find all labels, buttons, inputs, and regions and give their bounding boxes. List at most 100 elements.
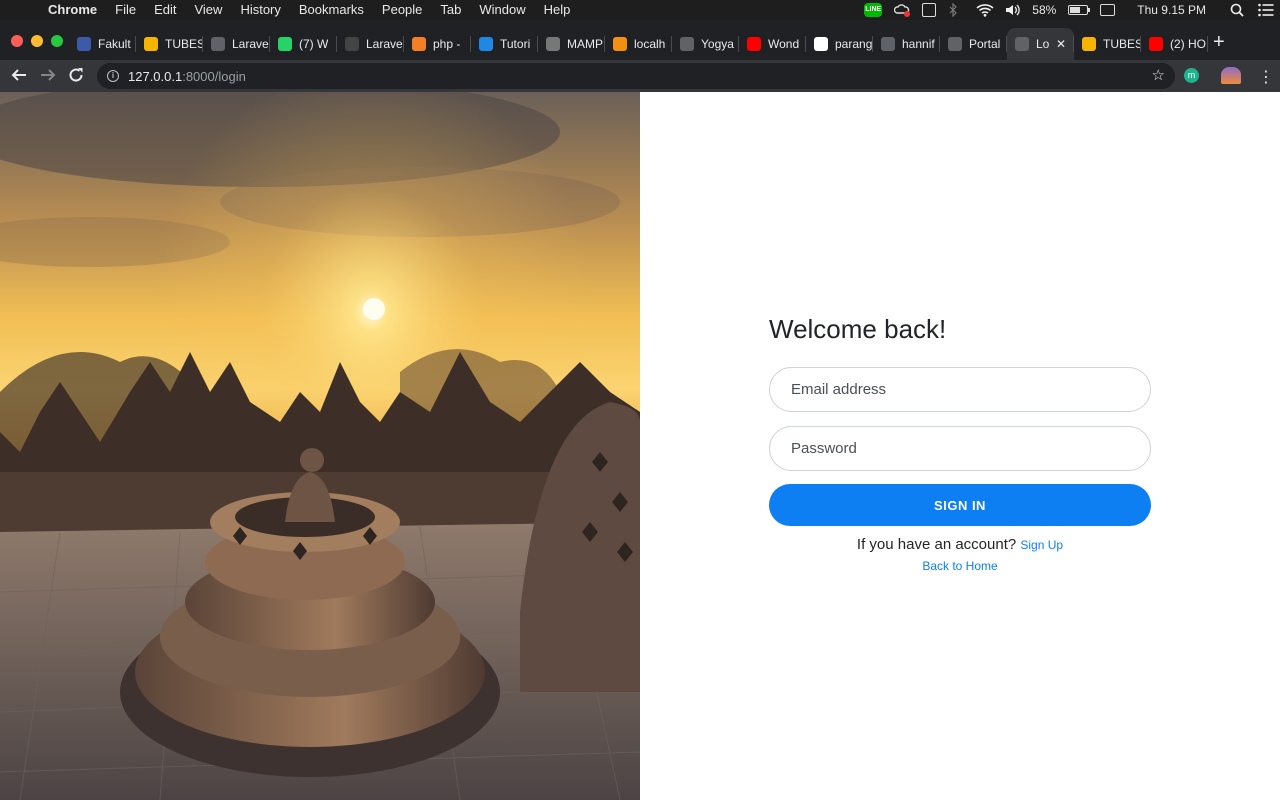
bookmark-star-icon[interactable]: ☆ xyxy=(1152,66,1165,84)
tab-title: MAMP xyxy=(567,37,603,51)
browser-tab[interactable]: Larave xyxy=(203,28,270,60)
close-window-button[interactable] xyxy=(11,35,23,47)
tab-title: Portal xyxy=(969,37,1001,51)
address-bar[interactable]: i 127.0.0.1:8000/login ☆ xyxy=(97,63,1175,89)
google-drive-icon xyxy=(1082,37,1096,51)
spotlight-search-icon[interactable] xyxy=(1230,3,1246,17)
sign-in-button[interactable]: SIGN IN xyxy=(769,484,1151,526)
tab-title: Fakult xyxy=(98,37,131,51)
browser-tab[interactable]: Lo ✕ xyxy=(1007,28,1074,60)
tab-title: (7) W xyxy=(299,37,329,51)
browser-tab[interactable]: Portal xyxy=(940,28,1007,60)
account-prompt-line: If you have an account? Sign Up xyxy=(769,536,1151,553)
new-tab-button[interactable]: + xyxy=(1213,32,1225,52)
browser-tab[interactable]: TUBES xyxy=(136,28,203,60)
loading-icon xyxy=(1015,37,1029,51)
bluetooth-icon[interactable] xyxy=(948,2,964,18)
tab-title: localh xyxy=(634,37,666,51)
reload-icon[interactable] xyxy=(68,67,84,88)
tab-title: Larave xyxy=(366,37,403,51)
tab-title: Larave xyxy=(232,37,269,51)
globe-icon xyxy=(211,37,225,51)
browser-tab[interactable]: hannif xyxy=(873,28,940,60)
tab-title: hannif xyxy=(902,37,935,51)
zoom-window-button[interactable] xyxy=(51,35,63,47)
tab-list: Fakult TUBES Larave (7) W Larave php - Tutori M… xyxy=(69,28,1208,60)
browser-tab[interactable]: (7) W xyxy=(270,28,337,60)
globe-icon xyxy=(881,37,895,51)
browser-tab[interactable]: localh xyxy=(605,28,672,60)
back-arrow-icon[interactable] xyxy=(11,67,27,88)
menu-app-name[interactable]: Chrome xyxy=(48,0,106,20)
close-tab-icon[interactable]: ✕ xyxy=(1056,37,1066,51)
browser-tab-strip: Fakult TUBES Larave (7) W Larave php - Tutori M… xyxy=(0,20,1280,60)
profile-avatar[interactable] xyxy=(1221,67,1241,84)
whatsapp-icon xyxy=(278,37,292,51)
menu-edit[interactable]: Edit xyxy=(145,0,185,20)
adobe-acrobat-icon[interactable] xyxy=(922,3,937,17)
tab-title: Yogya xyxy=(701,37,734,51)
menu-view[interactable]: View xyxy=(185,0,231,20)
forward-arrow-icon[interactable] xyxy=(40,67,56,88)
clock[interactable]: Thu 9.15 PM xyxy=(1137,3,1206,17)
tab-title: Wond xyxy=(768,37,800,51)
battery-fill xyxy=(1070,7,1080,13)
google-icon xyxy=(814,37,828,51)
tutorial-icon xyxy=(479,37,493,51)
line-app-icon[interactable]: LINE xyxy=(864,3,883,17)
notification-center-icon[interactable] xyxy=(1258,3,1274,17)
browser-toolbar: i 127.0.0.1:8000/login ☆ m ⋮ xyxy=(0,60,1280,92)
browser-tab[interactable]: parang xyxy=(806,28,873,60)
youtube-icon xyxy=(747,37,761,51)
battery-percent: 58% xyxy=(1032,3,1057,17)
browser-tab[interactable]: php - xyxy=(404,28,471,60)
calendar-icon[interactable] xyxy=(1100,4,1116,16)
tm-icon xyxy=(345,37,359,51)
browser-tab[interactable]: (2) HO xyxy=(1141,28,1208,60)
browser-tab[interactable]: Yogya xyxy=(672,28,739,60)
tab-title: Tutori xyxy=(500,37,531,51)
tab-title: TUBES xyxy=(165,37,203,51)
tab-title: (2) HO xyxy=(1170,37,1206,51)
chrome-menu-icon[interactable]: ⋮ xyxy=(1258,67,1274,87)
browser-tab[interactable]: Fakult xyxy=(69,28,136,60)
battery-icon[interactable] xyxy=(1068,5,1091,15)
menu-people[interactable]: People xyxy=(373,0,431,20)
back-to-home-link[interactable]: Back to Home xyxy=(769,559,1151,573)
menu-history[interactable]: History xyxy=(231,0,289,20)
tab-title: parang xyxy=(835,37,873,51)
borobudur-sunrise-image xyxy=(0,92,640,800)
wifi-icon[interactable] xyxy=(976,3,994,17)
menu-help[interactable]: Help xyxy=(535,0,580,20)
window-controls xyxy=(11,35,71,47)
macos-menu-bar: Chrome File Edit View History Bookmarks … xyxy=(0,0,1280,20)
status-tray: LINE 58% Thu 9.15 PM xyxy=(858,0,1280,20)
google-drive-icon xyxy=(144,37,158,51)
youtube-icon xyxy=(1149,37,1163,51)
stackoverflow-icon xyxy=(412,37,426,51)
browser-tab[interactable]: Wond xyxy=(739,28,806,60)
sign-up-link[interactable]: Sign Up xyxy=(1020,538,1063,552)
browser-tab[interactable]: MAMP xyxy=(538,28,605,60)
account-prompt-text: If you have an account? xyxy=(856,536,1017,553)
tab-title: Lo xyxy=(1036,37,1050,51)
menu-window[interactable]: Window xyxy=(470,0,534,20)
browser-tab[interactable]: TUBES xyxy=(1074,28,1141,60)
browser-tab[interactable]: Larave xyxy=(337,28,404,60)
extension-icon[interactable]: m xyxy=(1184,68,1199,83)
browser-tab[interactable]: Tutori xyxy=(471,28,538,60)
site-info-icon[interactable]: i xyxy=(107,70,119,82)
email-input[interactable] xyxy=(769,367,1151,412)
tab-title: TUBES xyxy=(1103,37,1141,51)
creative-cloud-icon[interactable] xyxy=(894,3,911,17)
menu-tab[interactable]: Tab xyxy=(431,0,470,20)
menu-file[interactable]: File xyxy=(106,0,145,20)
page-viewport: Welcome back! SIGN IN If you have an acc… xyxy=(0,92,1280,800)
volume-icon[interactable] xyxy=(1004,3,1021,17)
phpmyadmin-icon xyxy=(613,37,627,51)
menu-bookmarks[interactable]: Bookmarks xyxy=(290,0,373,20)
login-heading: Welcome back! xyxy=(769,314,947,344)
password-input[interactable] xyxy=(769,426,1151,471)
url-path: :8000/login xyxy=(182,68,246,84)
minimize-window-button[interactable] xyxy=(31,35,43,47)
